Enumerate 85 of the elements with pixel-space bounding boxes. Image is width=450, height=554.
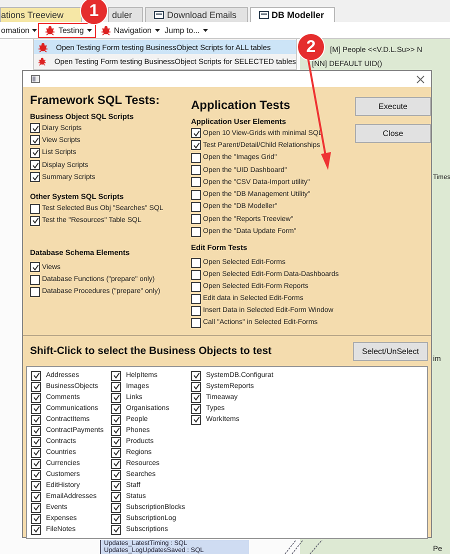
checkbox[interactable]: [191, 270, 201, 280]
checkbox[interactable]: [191, 226, 201, 237]
checkbox[interactable]: [111, 514, 121, 524]
bug-icon: [45, 24, 56, 36]
checkbox[interactable]: [30, 160, 40, 170]
checkbox[interactable]: [191, 318, 201, 328]
list-heading: Shift-Click to select the Business Objects to test: [30, 345, 272, 357]
tab[interactable]: duler: [108, 7, 144, 22]
bug-icon: [38, 42, 48, 52]
checkbox[interactable]: [30, 172, 40, 182]
tab[interactable]: DB Modeller: [250, 7, 336, 22]
tab[interactable]: Download Emails: [145, 7, 248, 22]
checkbox[interactable]: [191, 282, 201, 292]
checkbox[interactable]: [30, 123, 40, 134]
caret-icon: [86, 28, 92, 32]
checkbox[interactable]: [31, 426, 41, 436]
window-icon: [31, 75, 40, 83]
checkbox[interactable]: [31, 480, 41, 490]
checkbox[interactable]: [30, 148, 40, 158]
toolbar-menu[interactable]: Jump to...: [164, 26, 208, 34]
checkbox[interactable]: [31, 370, 41, 380]
checkbox[interactable]: [31, 404, 41, 414]
checkbox[interactable]: [111, 480, 121, 490]
checkbox[interactable]: [30, 204, 40, 214]
caret-icon: [202, 28, 208, 32]
bug-icon: [38, 56, 46, 66]
section-heading: Application Tests: [191, 98, 292, 112]
checkbox[interactable]: [191, 294, 201, 304]
checkbox[interactable]: [31, 392, 41, 402]
checkbox[interactable]: [31, 492, 41, 502]
section-heading: Framework SQL Tests:: [30, 93, 161, 107]
checkbox[interactable]: [111, 470, 121, 480]
window-icon: [258, 11, 269, 19]
toolbar-menu[interactable]: omation: [1, 26, 38, 34]
checkbox[interactable]: [191, 414, 201, 424]
checkbox[interactable]: [30, 135, 40, 146]
checkbox[interactable]: [111, 524, 121, 534]
checkbox[interactable]: [31, 514, 41, 524]
checkbox[interactable]: [30, 286, 40, 297]
checkbox[interactable]: [191, 202, 201, 212]
checkbox[interactable]: [111, 458, 121, 468]
tab[interactable]: ations Treeview: [0, 7, 82, 22]
checkbox[interactable]: [111, 492, 121, 502]
checkbox[interactable]: [111, 448, 121, 458]
checkbox[interactable]: [31, 436, 41, 446]
checkbox[interactable]: [191, 258, 201, 268]
checkbox[interactable]: [191, 128, 201, 138]
checkbox[interactable]: [31, 502, 41, 512]
checkbox[interactable]: [191, 370, 201, 380]
checkbox[interactable]: [191, 165, 201, 176]
checkbox[interactable]: [30, 262, 40, 272]
checkbox[interactable]: [111, 414, 121, 424]
window-icon: [154, 11, 164, 19]
checkbox[interactable]: [111, 392, 121, 402]
checkbox[interactable]: [191, 306, 201, 316]
checkbox[interactable]: [31, 524, 41, 534]
checkbox[interactable]: [111, 502, 121, 512]
checkbox[interactable]: [111, 370, 121, 380]
checkbox[interactable]: [111, 382, 121, 392]
dialog-button[interactable]: Execute: [355, 97, 431, 116]
checkbox[interactable]: [30, 216, 40, 226]
checkbox[interactable]: [31, 458, 41, 468]
checkbox[interactable]: [31, 382, 41, 392]
checkbox[interactable]: [191, 214, 201, 224]
checkbox[interactable]: [111, 404, 121, 414]
select-button[interactable]: Select/UnSelect: [353, 342, 428, 360]
toolbar-menu[interactable]: Navigation: [100, 24, 160, 36]
checkbox[interactable]: [191, 140, 201, 150]
checkbox[interactable]: [111, 436, 121, 446]
bug-icon: [100, 24, 111, 36]
caret-icon: [154, 28, 160, 32]
checkbox[interactable]: [191, 152, 201, 163]
checkbox[interactable]: [191, 177, 201, 188]
checkbox[interactable]: [191, 190, 201, 200]
checkbox[interactable]: [111, 426, 121, 436]
checkbox[interactable]: [191, 404, 201, 414]
checkbox[interactable]: [191, 382, 201, 392]
dialog-button[interactable]: Close: [355, 124, 431, 143]
close-icon: [416, 74, 425, 84]
caret-icon: [32, 28, 38, 32]
checkbox[interactable]: [31, 414, 41, 424]
checkbox[interactable]: [31, 448, 41, 458]
checkbox[interactable]: [30, 274, 40, 285]
checkbox[interactable]: [191, 392, 201, 402]
checkbox[interactable]: [31, 470, 41, 480]
